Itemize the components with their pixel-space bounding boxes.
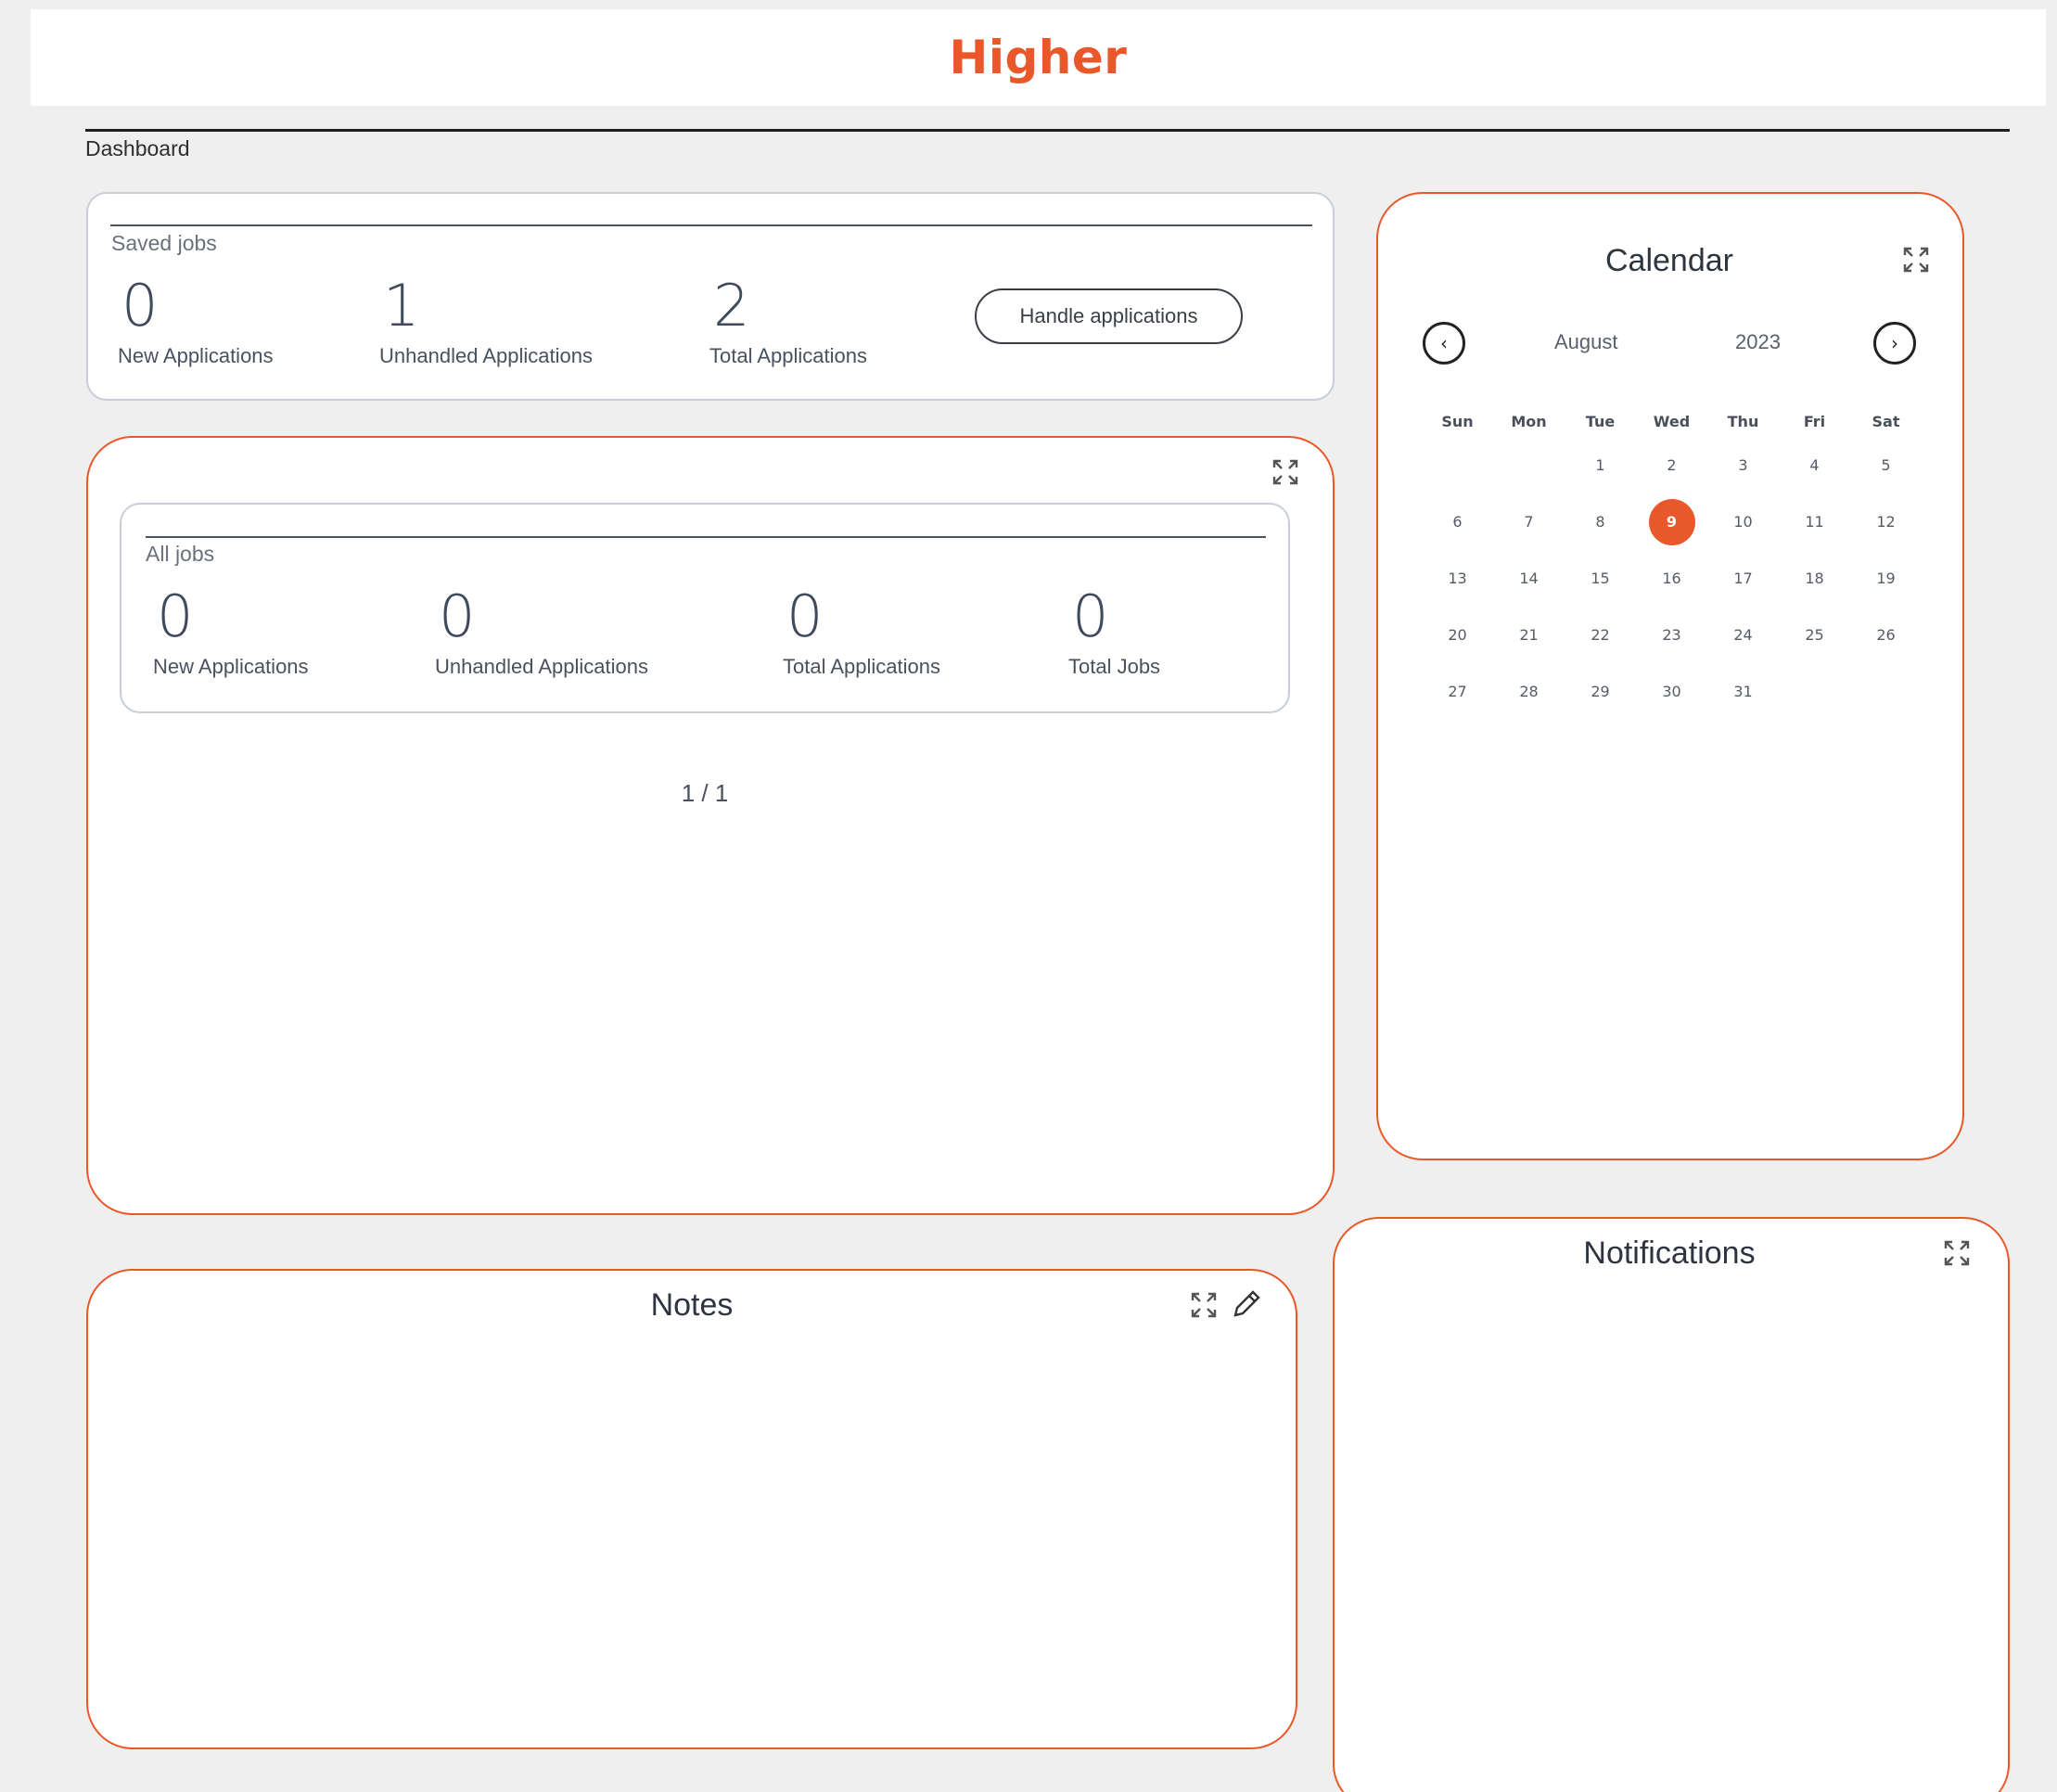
- calendar-week: 6 7 8 9 10 11 12: [1422, 493, 1923, 550]
- calendar-day[interactable]: 29: [1565, 683, 1636, 700]
- calendar-day[interactable]: 5: [1850, 456, 1922, 474]
- all-jobs-title: All jobs: [146, 542, 215, 566]
- stat-value: 0: [121, 272, 159, 339]
- calendar-day[interactable]: 22: [1565, 626, 1636, 644]
- calendar-prev-button[interactable]: ‹: [1423, 322, 1465, 365]
- weekday-label: Thu: [1727, 412, 1759, 430]
- calendar-week: 1 2 3 4 5: [1422, 437, 1923, 493]
- calendar-day[interactable]: 13: [1422, 570, 1493, 587]
- all-total-jobs: 0 Total Jobs: [1068, 582, 1160, 679]
- top-bar: Higher: [31, 9, 2046, 106]
- calendar-day[interactable]: 23: [1636, 626, 1707, 644]
- calendar-day[interactable]: 30: [1636, 683, 1707, 700]
- calendar-week: 20 21 22 23 24 25 26: [1422, 607, 1923, 663]
- calendar-day[interactable]: 27: [1422, 683, 1493, 700]
- calendar-day[interactable]: 7: [1493, 513, 1565, 531]
- calendar-day[interactable]: 18: [1779, 570, 1850, 587]
- calendar-title: Calendar: [1605, 243, 1733, 278]
- chevron-right-icon: ›: [1891, 332, 1898, 354]
- calendar-grid: Sun Mon Tue Wed Thu Fri Sat 1 2 3 4 5 6 …: [1422, 405, 1923, 720]
- all-total-applications: 0 Total Applications: [783, 582, 940, 679]
- all-unhandled-applications: 0 Unhandled Applications: [435, 582, 648, 679]
- calendar-day[interactable]: 4: [1779, 456, 1850, 474]
- saved-total-applications: 2 Total Applications: [709, 272, 867, 368]
- handle-applications-button[interactable]: Handle applications: [975, 288, 1243, 344]
- calendar-day[interactable]: 15: [1565, 570, 1636, 587]
- calendar-month[interactable]: August: [1554, 330, 1618, 354]
- stat-label: Unhandled Applications: [435, 655, 648, 678]
- calendar-day[interactable]: 31: [1707, 683, 1779, 700]
- calendar-week: 27 28 29 30 31: [1422, 663, 1923, 720]
- stat-label: Total Applications: [783, 655, 940, 678]
- calendar-day[interactable]: 24: [1707, 626, 1779, 644]
- all-jobs-card: All jobs 0 New Applications 0 Unhandled …: [120, 503, 1290, 713]
- calendar-day[interactable]: 26: [1850, 626, 1922, 644]
- calendar-year[interactable]: 2023: [1735, 330, 1781, 354]
- selected-day-label: 9: [1648, 498, 1695, 545]
- expand-icon[interactable]: [1943, 1239, 1971, 1267]
- stat-label: New Applications: [153, 655, 309, 678]
- calendar-day[interactable]: 8: [1565, 513, 1636, 531]
- notes-panel: [86, 1269, 1297, 1749]
- calendar-day[interactable]: 16: [1636, 570, 1707, 587]
- calendar-day[interactable]: 21: [1493, 626, 1565, 644]
- calendar-day[interactable]: 25: [1779, 626, 1850, 644]
- weekday-label: Mon: [1511, 412, 1547, 430]
- calendar-day[interactable]: 10: [1707, 513, 1779, 531]
- stat-label: Total Jobs: [1068, 655, 1161, 678]
- pagination-indicator: 1 / 1: [681, 779, 729, 807]
- stat-label: Total Applications: [709, 344, 867, 367]
- notifications-title: Notifications: [1583, 1235, 1756, 1271]
- calendar-day[interactable]: 19: [1850, 570, 1922, 587]
- stat-value: 0: [1072, 582, 1109, 650]
- stat-value: 1: [383, 272, 420, 339]
- stat-value: 2: [713, 272, 750, 339]
- chevron-left-icon: ‹: [1440, 332, 1448, 354]
- calendar-day[interactable]: 3: [1707, 456, 1779, 474]
- breadcrumb[interactable]: Dashboard: [85, 136, 190, 161]
- calendar-day[interactable]: 6: [1422, 513, 1493, 531]
- saved-unhandled-applications: 1 Unhandled Applications: [379, 272, 593, 368]
- calendar-day[interactable]: 1: [1565, 456, 1636, 474]
- notifications-panel: [1333, 1217, 2010, 1792]
- calendar-day[interactable]: 12: [1850, 513, 1922, 531]
- calendar-day[interactable]: 17: [1707, 570, 1779, 587]
- calendar-day[interactable]: 11: [1779, 513, 1850, 531]
- expand-icon[interactable]: [1271, 458, 1299, 486]
- breadcrumb-divider: [85, 129, 2010, 132]
- stat-value: 0: [157, 582, 194, 650]
- calendar-day-selected[interactable]: 9: [1636, 498, 1707, 545]
- notes-title: Notes: [650, 1287, 734, 1323]
- saved-jobs-divider: [110, 224, 1312, 226]
- weekday-label: Sat: [1872, 412, 1900, 430]
- all-jobs-divider: [146, 536, 1266, 538]
- weekday-label: Sun: [1441, 412, 1474, 430]
- stat-value: 0: [439, 582, 476, 650]
- calendar-day[interactable]: 20: [1422, 626, 1493, 644]
- weekday-label: Wed: [1653, 412, 1691, 430]
- stat-value: 0: [786, 582, 824, 650]
- weekday-label: Fri: [1803, 412, 1826, 430]
- weekday-label: Tue: [1585, 412, 1616, 430]
- calendar-week: 13 14 15 16 17 18 19: [1422, 550, 1923, 607]
- calendar-next-button[interactable]: ›: [1873, 322, 1916, 365]
- saved-jobs-title: Saved jobs: [111, 231, 217, 255]
- calendar-day[interactable]: 2: [1636, 456, 1707, 474]
- calendar-day[interactable]: 28: [1493, 683, 1565, 700]
- all-new-applications: 0 New Applications: [153, 582, 309, 679]
- pencil-icon[interactable]: [1230, 1287, 1263, 1321]
- stat-label: Unhandled Applications: [379, 344, 593, 367]
- saved-new-applications: 0 New Applications: [118, 272, 274, 368]
- expand-icon[interactable]: [1190, 1291, 1218, 1319]
- weekday-header: Sun Mon Tue Wed Thu Fri Sat: [1422, 405, 1923, 437]
- calendar-day[interactable]: 14: [1493, 570, 1565, 587]
- expand-icon[interactable]: [1902, 246, 1930, 274]
- stat-label: New Applications: [118, 344, 274, 367]
- logo[interactable]: Higher: [950, 31, 1128, 84]
